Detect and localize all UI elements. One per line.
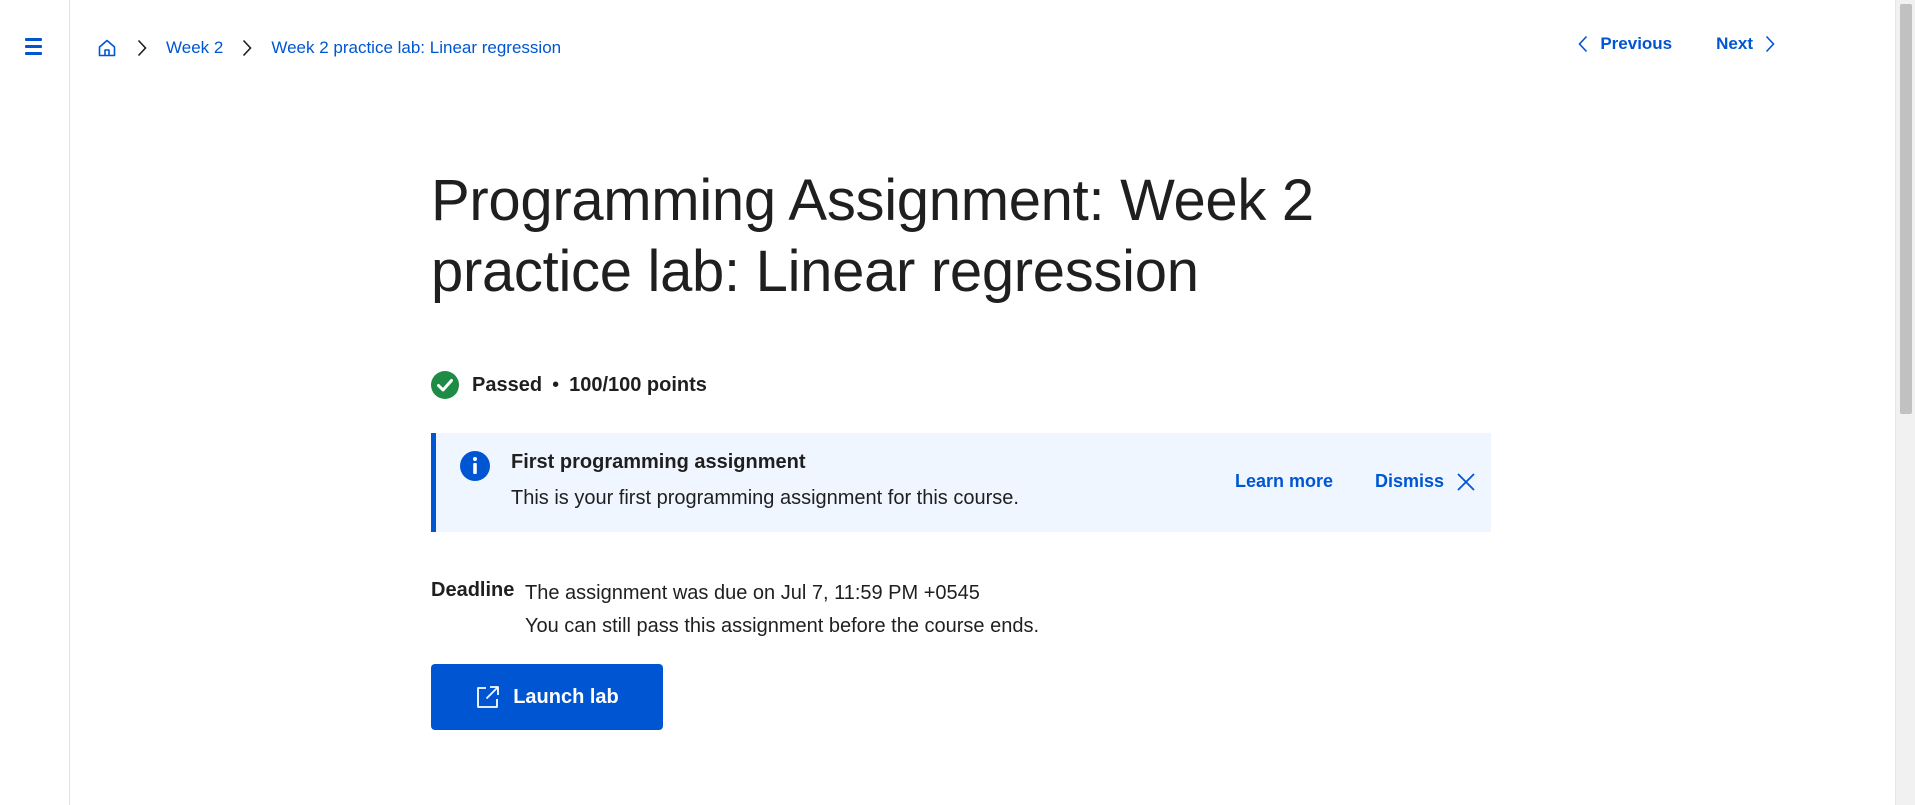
status-separator: • — [552, 373, 560, 396]
status-label: Passed — [472, 373, 543, 396]
info-icon — [460, 451, 490, 481]
close-icon — [1457, 472, 1475, 491]
points-value: 100/100 points — [569, 373, 707, 396]
scrollbar-thumb[interactable] — [1900, 4, 1912, 414]
deadline-section: Deadline The assignment was due on Jul 7… — [431, 579, 1491, 643]
check-circle-icon — [431, 371, 459, 399]
status-row: Passed • 100/100 points — [431, 370, 1491, 400]
breadcrumb-item-practice-lab[interactable]: Week 2 practice lab: Linear regression — [271, 38, 561, 58]
home-icon[interactable] — [96, 37, 118, 59]
banner-body: This is your first programming assignmen… — [511, 487, 1019, 509]
left-rail — [0, 0, 70, 805]
deadline-label: Deadline — [431, 579, 515, 601]
external-link-icon — [477, 686, 500, 708]
page-title: Programming Assignment: Week 2 practice … — [431, 168, 1314, 304]
chevron-right-icon — [237, 37, 257, 59]
dismiss-label: Dismiss — [1375, 471, 1445, 491]
deadline-note-text: You can still pass this assignment befor… — [525, 615, 1040, 637]
learn-more-link[interactable]: Learn more — [1235, 471, 1333, 492]
pager: Previous Next — [1578, 34, 1775, 54]
info-banner: First programming assignment This is you… — [431, 433, 1491, 532]
previous-label: Previous — [1600, 34, 1673, 53]
launch-lab-button[interactable]: Launch lab — [431, 664, 663, 730]
chevron-right-icon — [132, 37, 152, 59]
hamburger-menu-icon[interactable] — [21, 38, 45, 58]
banner-title: First programming assignment — [511, 451, 806, 473]
main-content: Programming Assignment: Week 2 practice … — [431, 165, 1491, 730]
previous-button[interactable]: Previous — [1578, 34, 1672, 54]
chevron-left-icon — [1578, 35, 1588, 53]
chevron-right-icon — [1765, 35, 1775, 53]
breadcrumb: Week 2 Week 2 practice lab: Linear regre… — [96, 36, 561, 60]
deadline-details: The assignment was due on Jul 7, 11:59 P… — [525, 577, 1039, 643]
top-bar: Week 2 Week 2 practice lab: Linear regre… — [70, 0, 1895, 95]
deadline-due-text: The assignment was due on Jul 7, 11:59 P… — [525, 582, 980, 604]
scrollbar[interactable] — [1895, 0, 1915, 805]
breadcrumb-item-week-2[interactable]: Week 2 — [166, 38, 223, 58]
next-button[interactable]: Next — [1716, 34, 1775, 54]
next-label: Next — [1716, 34, 1753, 53]
dismiss-button[interactable]: Dismiss — [1375, 471, 1476, 492]
launch-lab-label: Launch lab — [513, 685, 619, 708]
